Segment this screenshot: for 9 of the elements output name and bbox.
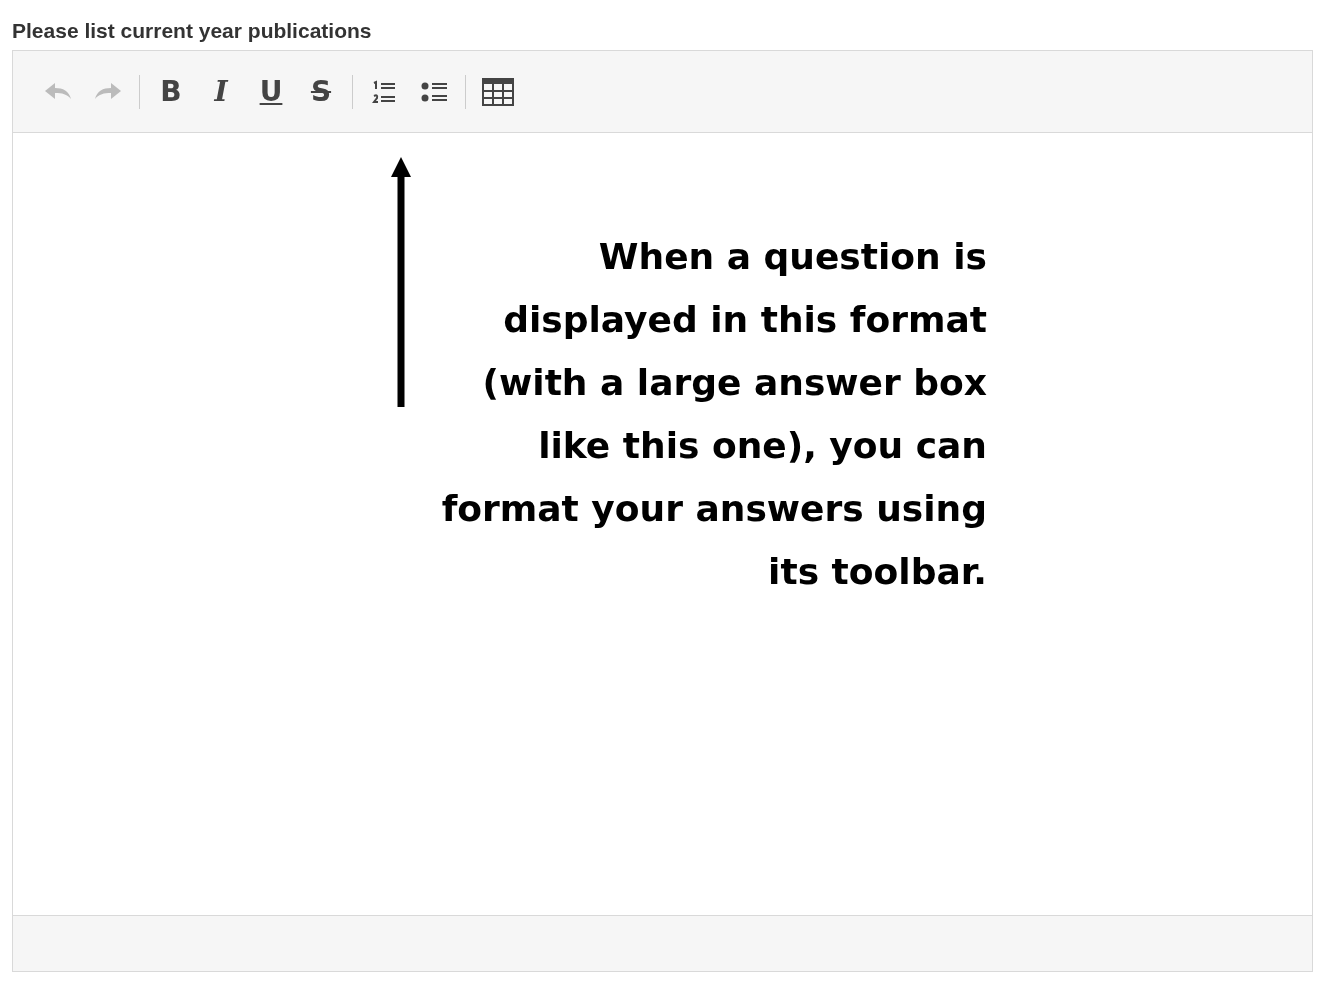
numbered-list-icon xyxy=(371,78,397,105)
underline-button[interactable]: U xyxy=(252,73,290,110)
strike-button[interactable]: S xyxy=(302,73,340,110)
italic-button[interactable]: I xyxy=(202,73,240,110)
arrow-icon xyxy=(391,155,411,409)
bold-button[interactable]: B xyxy=(152,73,190,110)
table-icon xyxy=(482,77,514,106)
question-label: Please list current year publications xyxy=(12,18,373,44)
annotation-text: When a question is displayed in this format (with a large answer box like this one), you can format your answers using its toolbar. xyxy=(441,235,987,594)
